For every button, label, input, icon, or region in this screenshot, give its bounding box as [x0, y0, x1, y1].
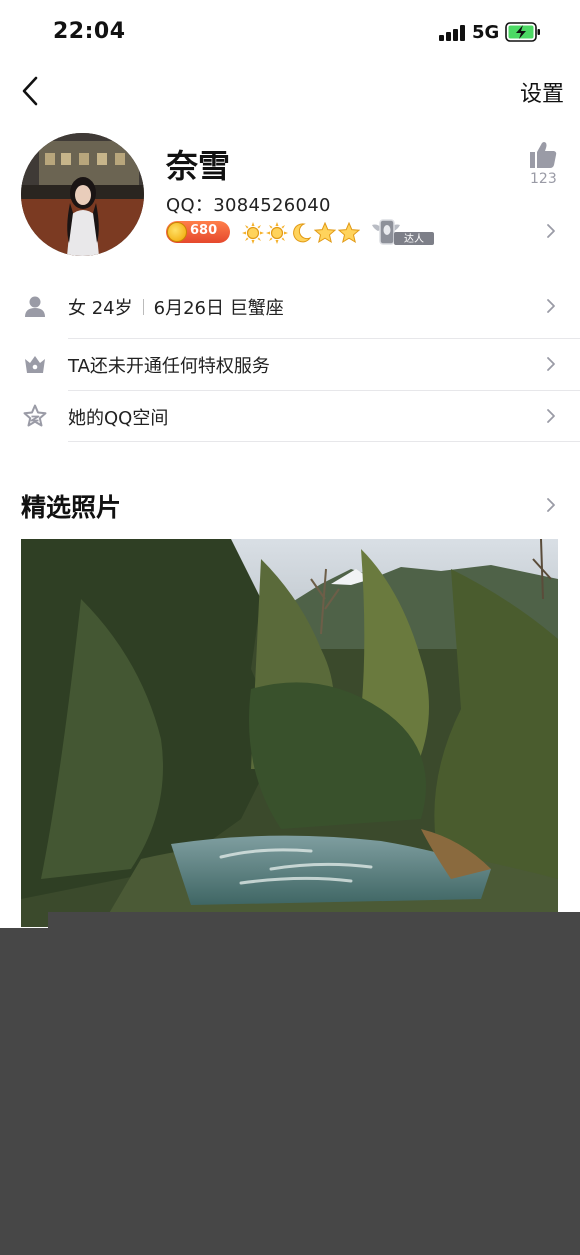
moon-icon: [293, 223, 312, 243]
qzone-label: 她的QQ空间: [68, 408, 169, 429]
avatar[interactable]: [21, 133, 144, 256]
sun-icon: [242, 222, 264, 244]
daren-badge[interactable]: 达人: [370, 217, 436, 247]
privilege-label: TA还未开通任何特权服务: [68, 356, 270, 377]
coin-value: 680: [190, 223, 218, 238]
sun-icon: [266, 222, 288, 244]
coin-icon: [167, 222, 187, 242]
star-icon: [338, 222, 360, 244]
qq-number: QQ：3084526040: [166, 195, 331, 216]
status-bar: 22:04 5G: [0, 0, 580, 64]
badge-row[interactable]: 680 达人: [166, 219, 446, 247]
chevron-right-icon: [547, 299, 555, 313]
profile-name: 奈雪: [166, 147, 231, 185]
back-chevron-icon[interactable]: [18, 74, 48, 108]
basic-info-row[interactable]: 女 24岁 6月26日 巨蟹座: [0, 280, 580, 332]
coin-badge[interactable]: 680: [166, 221, 230, 243]
birthday-zodiac: 6月26日 巨蟹座: [153, 298, 284, 319]
chevron-right-icon[interactable]: [545, 496, 557, 514]
thumbs-up-icon[interactable]: [528, 140, 558, 170]
star-outline-icon: [23, 404, 47, 427]
privilege-row[interactable]: TA还未开通任何特权服务: [0, 338, 580, 390]
featured-photo[interactable]: [21, 539, 558, 927]
qzone-row[interactable]: 她的QQ空间: [0, 390, 580, 442]
signal-icon: [439, 25, 465, 41]
divider-bar: [142, 299, 144, 315]
chevron-right-icon: [547, 409, 555, 423]
chevron-right-icon: [547, 357, 555, 371]
person-icon: [25, 296, 45, 317]
status-time: 22:04: [53, 19, 126, 44]
qq-level-icons[interactable]: [242, 219, 360, 247]
row-divider: [68, 441, 580, 442]
network-label: 5G: [472, 22, 500, 43]
like-count: 123: [530, 171, 557, 187]
dark-overlay-block: [0, 912, 580, 1255]
gender-age: 女 24岁: [68, 298, 133, 319]
daren-label: 达人: [404, 233, 424, 245]
settings-button[interactable]: 设置: [520, 76, 564, 108]
chevron-right-icon[interactable]: [545, 222, 557, 240]
crown-icon: [25, 356, 45, 373]
battery-charging-icon: [505, 22, 540, 42]
star-icon: [314, 222, 336, 244]
featured-photos-title: 精选照片: [21, 493, 122, 522]
